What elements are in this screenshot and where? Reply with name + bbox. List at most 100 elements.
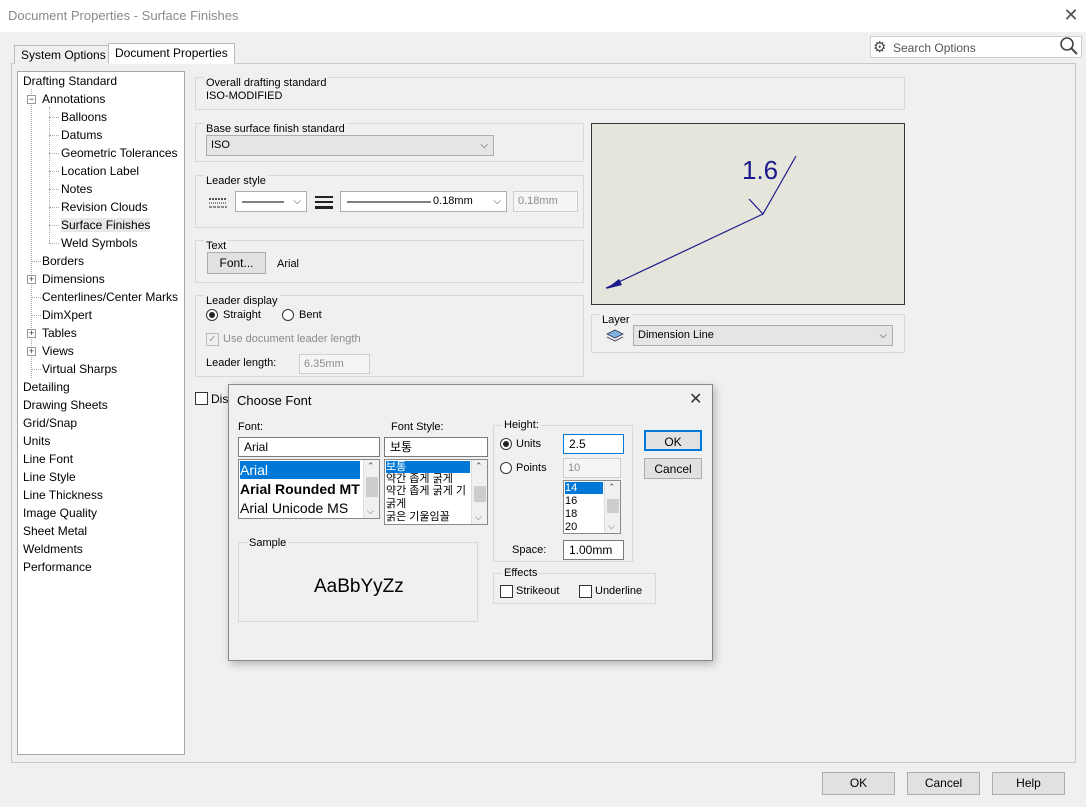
font-input[interactable]: Arial bbox=[238, 437, 380, 457]
list-item[interactable]: 18 bbox=[565, 508, 577, 520]
tree-item-geometric-tolerances[interactable]: Geometric Tolerances bbox=[61, 145, 178, 161]
base-standard-select[interactable]: ISO ⌵ bbox=[206, 135, 494, 156]
tree-item-dimxpert[interactable]: DimXpert bbox=[42, 307, 92, 323]
tree-item-dimensions[interactable]: Dimensions bbox=[42, 271, 105, 287]
use-doc-length-checkbox[interactable]: ✓ bbox=[206, 333, 219, 346]
scrollbar[interactable]: ⌃ ⌵ bbox=[471, 460, 487, 524]
font-button[interactable]: Font... bbox=[207, 252, 266, 274]
list-item[interactable]: 16 bbox=[565, 495, 577, 507]
options-tree[interactable]: Drafting Standard − Annotations Balloons… bbox=[17, 71, 185, 755]
points-radio[interactable] bbox=[500, 462, 512, 474]
chevron-up-icon: ⌃ bbox=[608, 482, 616, 492]
chevron-down-icon: ⌵ bbox=[480, 140, 488, 151]
tab-system-options[interactable]: System Options bbox=[14, 45, 113, 64]
scrollbar[interactable]: ⌃ ⌵ bbox=[363, 460, 379, 518]
tree-item-location-label[interactable]: Location Label bbox=[61, 163, 139, 179]
sample-text: AaBbYyZz bbox=[314, 576, 404, 597]
close-icon[interactable]: ✕ bbox=[1060, 4, 1082, 26]
tree-item-line-font[interactable]: Line Font bbox=[23, 451, 73, 467]
tree-item-detailing[interactable]: Detailing bbox=[23, 379, 70, 395]
units-radio[interactable] bbox=[500, 438, 512, 450]
tree-item-borders[interactable]: Borders bbox=[42, 253, 84, 269]
style-list[interactable]: 보통 약간 좁게 굵게 약간 좁게 굵게 기 굵게 굵은 기울임꼴 ⌃ ⌵ bbox=[384, 459, 488, 525]
leader-display-title: Leader display bbox=[204, 295, 280, 307]
tree-item-tables[interactable]: Tables bbox=[42, 325, 77, 341]
tree-item-datums[interactable]: Datums bbox=[61, 127, 102, 143]
tab-document-properties[interactable]: Document Properties bbox=[108, 43, 235, 64]
expand-icon[interactable]: + bbox=[27, 275, 36, 284]
ok-button[interactable]: OK bbox=[644, 430, 702, 451]
base-standard-title: Base surface finish standard bbox=[204, 123, 347, 135]
font-label: Font: bbox=[238, 421, 264, 433]
tree-item-virtual-sharps[interactable]: Virtual Sharps bbox=[42, 361, 117, 377]
bent-radio[interactable] bbox=[282, 309, 294, 321]
tree-item-units[interactable]: Units bbox=[23, 433, 50, 449]
close-icon[interactable]: ✕ bbox=[689, 389, 702, 409]
tree-item-line-style[interactable]: Line Style bbox=[23, 469, 76, 485]
expand-icon[interactable]: + bbox=[27, 329, 36, 338]
overall-standard-title: Overall drafting standard bbox=[204, 77, 329, 89]
font-list[interactable]: Arial Arial Rounded MT Arial Unicode MS … bbox=[238, 459, 380, 519]
space-input[interactable]: 1.00mm bbox=[563, 540, 624, 560]
tree-item-line-thickness[interactable]: Line Thickness bbox=[23, 487, 103, 503]
tree-item-image-quality[interactable]: Image Quality bbox=[23, 505, 97, 521]
collapse-icon[interactable]: − bbox=[27, 95, 36, 104]
leader-length-field[interactable]: 6.35mm bbox=[299, 354, 370, 374]
sample-group: Sample AaBbYyZz bbox=[238, 537, 478, 622]
units-input[interactable]: 2.5 bbox=[563, 434, 624, 454]
straight-radio[interactable] bbox=[206, 309, 218, 321]
expand-icon[interactable]: + bbox=[27, 347, 36, 356]
tree-item-grid-snap[interactable]: Grid/Snap bbox=[23, 415, 77, 431]
help-button[interactable]: Help bbox=[992, 772, 1065, 795]
tree-item-performance[interactable]: Performance bbox=[23, 559, 92, 575]
dialog-title: Choose Font bbox=[237, 393, 312, 408]
scrollbar[interactable]: ⌃ ⌵ bbox=[604, 481, 620, 533]
tree-item-centerlines[interactable]: Centerlines/Center Marks bbox=[42, 289, 178, 305]
base-standard-group: Base surface finish standard ISO ⌵ bbox=[195, 123, 584, 162]
list-item[interactable]: 약간 좁게 굵게 bbox=[386, 473, 453, 485]
tree-item-drafting-standard[interactable]: Drafting Standard bbox=[23, 73, 117, 89]
layers-icon bbox=[606, 329, 624, 342]
chevron-up-icon: ⌃ bbox=[367, 461, 375, 471]
list-item[interactable]: 보통 bbox=[386, 461, 470, 473]
cancel-button[interactable]: Cancel bbox=[907, 772, 980, 795]
strikeout-label: Strikeout bbox=[516, 585, 560, 597]
line-style-select[interactable]: ⌵ bbox=[235, 191, 307, 212]
points-input[interactable]: 10 bbox=[563, 458, 621, 478]
overall-standard-group: Overall drafting standard ISO-MODIFIED bbox=[195, 77, 905, 110]
list-item[interactable]: 약간 좁게 굵게 기 bbox=[386, 485, 466, 497]
tree-item-notes[interactable]: Notes bbox=[61, 181, 92, 197]
tree-item-sheet-metal[interactable]: Sheet Metal bbox=[23, 523, 87, 539]
text-group-title: Text bbox=[204, 240, 229, 252]
list-item[interactable]: 굵게 bbox=[386, 498, 406, 510]
layer-title: Layer bbox=[600, 314, 632, 326]
points-label: Points bbox=[516, 462, 547, 474]
list-item[interactable]: Arial Rounded MT bbox=[240, 480, 360, 498]
tree-item-surface-finishes[interactable]: Surface Finishes bbox=[61, 217, 151, 233]
list-item[interactable]: 20 bbox=[565, 521, 577, 533]
display-checkbox[interactable] bbox=[195, 392, 208, 405]
tree-item-weldments[interactable]: Weldments bbox=[23, 541, 83, 557]
list-item[interactable]: 14 bbox=[565, 482, 603, 494]
layer-select[interactable]: Dimension Line ⌵ bbox=[633, 325, 893, 346]
tree-item-drawing-sheets[interactable]: Drawing Sheets bbox=[23, 397, 108, 413]
list-item[interactable]: Arial Unicode MS bbox=[240, 499, 348, 517]
tree-item-revision-clouds[interactable]: Revision Clouds bbox=[61, 199, 148, 215]
cancel-button[interactable]: Cancel bbox=[644, 458, 702, 479]
chevron-down-icon: ⌵ bbox=[367, 506, 374, 516]
tree-item-weld-symbols[interactable]: Weld Symbols bbox=[61, 235, 137, 251]
search-input[interactable]: ⚙ Search Options bbox=[870, 36, 1082, 58]
tree-item-balloons[interactable]: Balloons bbox=[61, 109, 107, 125]
list-item[interactable]: 굵은 기울임꼴 bbox=[386, 511, 450, 523]
strikeout-checkbox[interactable] bbox=[500, 585, 513, 598]
tree-item-views[interactable]: Views bbox=[42, 343, 74, 359]
style-input[interactable]: 보통 bbox=[384, 437, 488, 457]
line-thickness-select[interactable]: 0.18mm ⌵ bbox=[340, 191, 507, 212]
search-icon[interactable] bbox=[1059, 36, 1079, 56]
custom-thickness-field[interactable]: 0.18mm bbox=[513, 191, 578, 212]
tree-item-annotations[interactable]: Annotations bbox=[42, 91, 105, 107]
point-size-list[interactable]: 14 16 18 20 ⌃ ⌵ bbox=[563, 480, 621, 534]
list-item[interactable]: Arial bbox=[240, 461, 360, 479]
ok-button[interactable]: OK bbox=[822, 772, 895, 795]
underline-checkbox[interactable] bbox=[579, 585, 592, 598]
